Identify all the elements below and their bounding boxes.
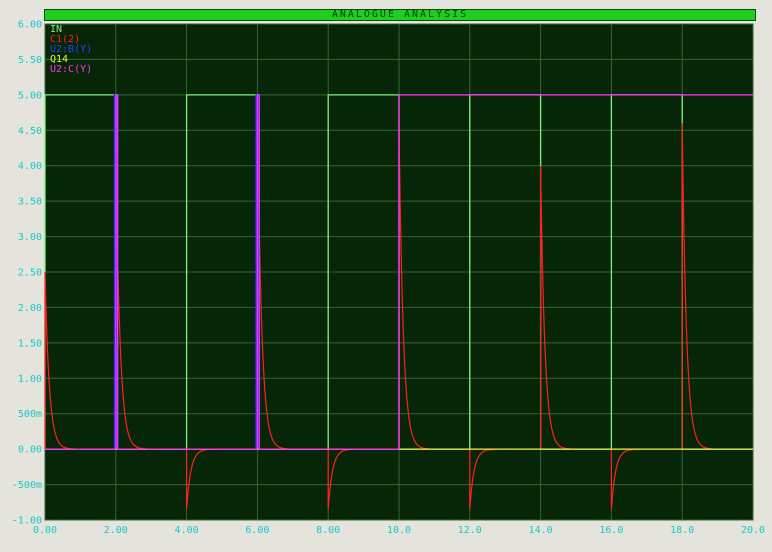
- x-tick-label: 12.0: [458, 525, 482, 536]
- x-tick-label: 14.0: [529, 525, 553, 536]
- legend-entry: U2:C(Y): [50, 64, 92, 75]
- y-axis-labels: 6.00 5.50 5.00 4.50 4.00 3.50 3.00 2.50 2.00 1.50…: [12, 20, 42, 527]
- x-tick-label: 8.00: [316, 525, 340, 536]
- y-tick-label: 6.00: [18, 20, 42, 31]
- y-tick-label: 500m: [18, 409, 42, 420]
- y-tick-label: 2.00: [18, 303, 42, 314]
- y-tick-label: 5.50: [18, 55, 42, 66]
- analysis-window: ANALOGUE ANALYSIS 6.00 5.50 5.00 4.50 4.00 3.…: [0, 0, 772, 552]
- x-tick-label: 18.0: [670, 525, 694, 536]
- x-tick-label: 0.00: [33, 525, 57, 536]
- y-tick-label: 2.50: [18, 268, 42, 279]
- x-tick-label: 10.0: [387, 525, 411, 536]
- y-tick-label: -500m: [12, 480, 42, 491]
- y-tick-label: 1.00: [18, 374, 42, 385]
- y-tick-label: 3.00: [18, 232, 42, 243]
- x-tick-label: 2.00: [104, 525, 128, 536]
- x-tick-label: 20.0: [741, 525, 765, 536]
- y-tick-label: 4.00: [18, 161, 42, 172]
- y-tick-label: 5.00: [18, 90, 42, 101]
- x-tick-label: 16.0: [599, 525, 623, 536]
- y-tick-label: 4.50: [18, 126, 42, 137]
- analogue-analysis-chart: 6.00 5.50 5.00 4.50 4.00 3.50 3.00 2.50 2.00 1.50…: [12, 20, 765, 537]
- y-tick-label: 0.00: [18, 445, 42, 456]
- x-tick-label: 6.00: [245, 525, 269, 536]
- x-tick-label: 4.00: [175, 525, 199, 536]
- y-tick-label: 3.50: [18, 197, 42, 208]
- y-tick-label: 1.50: [18, 338, 42, 349]
- x-axis-labels: 0.00 2.00 4.00 6.00 8.00 10.0 12.0 14.0 16.0 18.0…: [33, 525, 765, 536]
